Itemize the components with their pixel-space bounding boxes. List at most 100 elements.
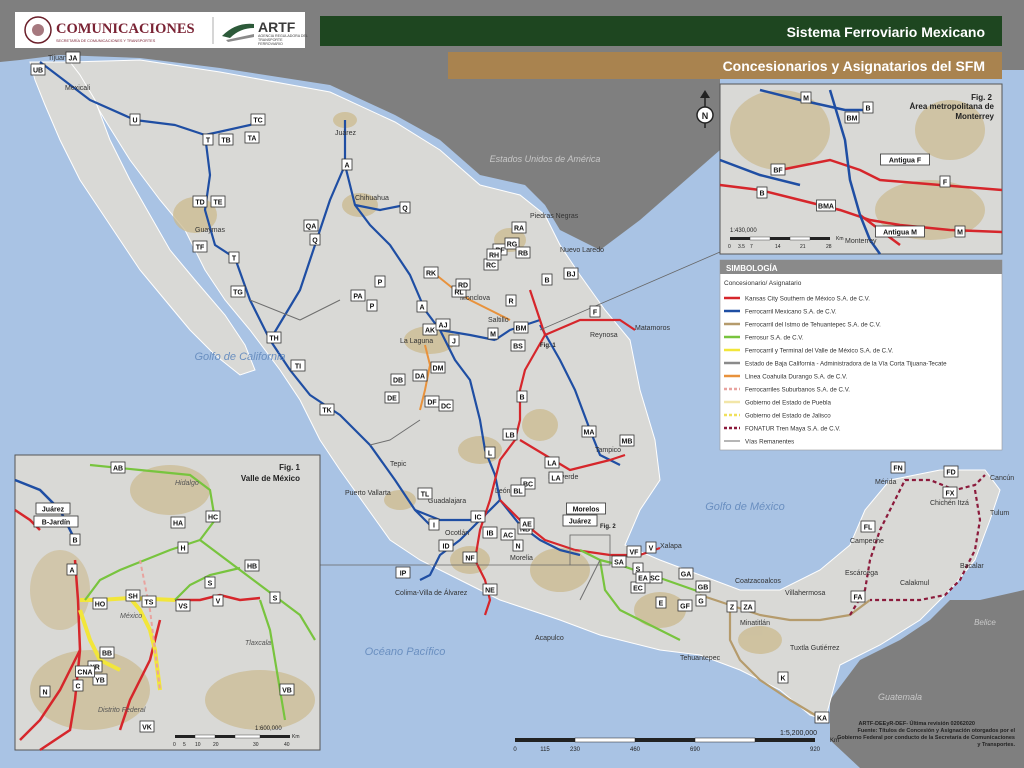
station-box-th: TH (266, 331, 282, 344)
valle-box-7-label: SH (128, 594, 138, 601)
valle-box-1-label: Juárez (42, 507, 65, 514)
station-box-gb: GB (695, 580, 711, 593)
station-box-a: A (416, 300, 428, 313)
station-box-id-label: ID (443, 544, 450, 551)
station-box-td: TD (192, 195, 208, 208)
station-box-ja: JA (65, 51, 81, 64)
station-box-la-label: LA (551, 476, 560, 483)
svg-text:30: 30 (253, 742, 259, 748)
station-box-q: Q (309, 233, 321, 246)
svg-text:690: 690 (690, 747, 701, 753)
valle-box-9-label: S (208, 581, 213, 588)
city-escarcega: Escárcega (845, 570, 878, 577)
inset-monterrey-fig: Fig. 2 (971, 93, 992, 102)
city-tulum: Tulum (990, 510, 1009, 517)
station-box-nf: NF (462, 551, 478, 564)
station-box-g: G (695, 594, 707, 607)
station-box-df: DF (424, 395, 440, 408)
station-box-q-label: Q (402, 206, 408, 213)
station-box-aj: AJ (435, 318, 451, 331)
valle-box-7: SH (125, 589, 141, 602)
station-box-p-label: P (370, 304, 375, 311)
city-merida: Mérida (875, 479, 897, 486)
station-box-pa-label: PA (353, 294, 362, 301)
svg-text:115: 115 (540, 747, 550, 753)
station-box-tk: TK (319, 403, 335, 416)
legend-label: Kansas City Southern de México S.A. de C… (745, 296, 870, 303)
station-box-ja-label: JA (69, 56, 78, 63)
legend-label: Gobierno del Estado de Puebla (745, 400, 832, 407)
svg-text:14: 14 (775, 244, 781, 250)
station-box-b-label: B (519, 395, 524, 402)
station-box-ib: IB (482, 526, 498, 539)
station-box-rl-label: RL (454, 290, 464, 297)
station-box-r-label: R (508, 299, 513, 306)
valle-box-25: YB (92, 673, 108, 686)
inset-valle-scale: 1:600,000 (255, 726, 282, 732)
valle-box-6-label: HB (247, 564, 257, 571)
station-box-tb: TB (218, 133, 234, 146)
station-box-ip-label: IP (400, 571, 407, 578)
station-box-ak: AK (422, 323, 438, 336)
city-tuxtla: Tuxtla Gutiérrez (790, 645, 840, 652)
station-box-ra-label: RA (514, 226, 524, 233)
city-colima: Colima-Villa de Álvarez (395, 588, 468, 597)
label-us: Estados Unidos de América (490, 154, 601, 164)
station-box-bj: BJ (563, 267, 579, 280)
valle-box-4-label: HC (208, 515, 218, 522)
station-box-ta-label: TA (248, 136, 257, 143)
station-box-fd: FD (943, 465, 959, 478)
city-juarez: Juárez (335, 130, 357, 137)
station-box-ic-label: IC (475, 515, 482, 522)
station-box-te: TE (210, 195, 226, 208)
station-box-t-label: T (232, 256, 237, 263)
station-box-bs-label: BS (513, 344, 523, 351)
legend-label: Gobierno del Estado de Jalisco (745, 413, 831, 420)
valle-box-0-label: AB (113, 466, 123, 473)
city-reynosa: Reynosa (590, 332, 618, 339)
station-box-tl: TL (417, 487, 433, 500)
station-box-k: K (777, 671, 789, 684)
valle-box-12: S (269, 591, 281, 604)
station-box-ib-label: IB (487, 531, 494, 538)
fig-ref-1: Fig. 1 (540, 343, 556, 349)
valle-box-5: H (177, 541, 189, 554)
station-box-ac: AC (500, 528, 516, 541)
svg-text:21: 21 (800, 244, 806, 250)
station-box-rh-label: RH (489, 253, 499, 260)
station-box-t-label: T (206, 138, 211, 145)
station-box-pa: PA (350, 289, 366, 302)
station-box-v-label: V (649, 546, 654, 553)
station-box-sa: SA (611, 555, 627, 568)
station-box-gf: GF (677, 599, 693, 612)
station-box-bm: BM (513, 321, 529, 334)
city-minatitlan: Minatitlán (740, 620, 770, 627)
city-acapulco: Acapulco (535, 635, 564, 642)
station-box-qa: QA (303, 219, 319, 232)
station-box-ne-label: NE (485, 588, 495, 595)
valle-box-5-label: H (180, 546, 185, 553)
station-box-m-label: M (490, 332, 496, 339)
city-tehuantepec: Tehuantepec (680, 655, 721, 662)
valle-box-14: VK (139, 720, 155, 733)
monterrey-box-2-label: B (865, 106, 870, 113)
station-box-fn: FN (890, 461, 906, 474)
station-box-ec: EC (630, 581, 646, 594)
station-box-bs: BS (510, 339, 526, 352)
city-cancun: Cancún (990, 475, 1014, 482)
legend-subtitle: Concesionario/ Asignatario (724, 280, 802, 287)
valle-box-17-label: B (72, 538, 77, 545)
inset-valle-fig: Fig. 1 (279, 463, 300, 472)
svg-text:0: 0 (173, 742, 176, 748)
legend-item: Ferrocarril del Istmo de Tehuantepec S.A… (724, 322, 881, 329)
legend-label: Ferrocarril Mexicano S.A. de C.V. (745, 309, 837, 316)
station-box-tl-label: TL (421, 492, 430, 499)
station-box-gf-label: GF (680, 604, 690, 611)
city-morelia: Morelia (510, 555, 533, 562)
footer-source-wrap: Fuente: Títulos de Concesión y Asignació… (837, 728, 1015, 748)
inset-monterrey: MBMBBFAntigua FFBBMAAntigua M MMonterrey … (719, 83, 1003, 255)
station-box-e: E (655, 596, 667, 609)
station-box-fa-label: FA (854, 595, 863, 602)
valle-box-2: B-Jardín (33, 515, 79, 528)
city-matamoros: Matamoros (635, 325, 671, 332)
